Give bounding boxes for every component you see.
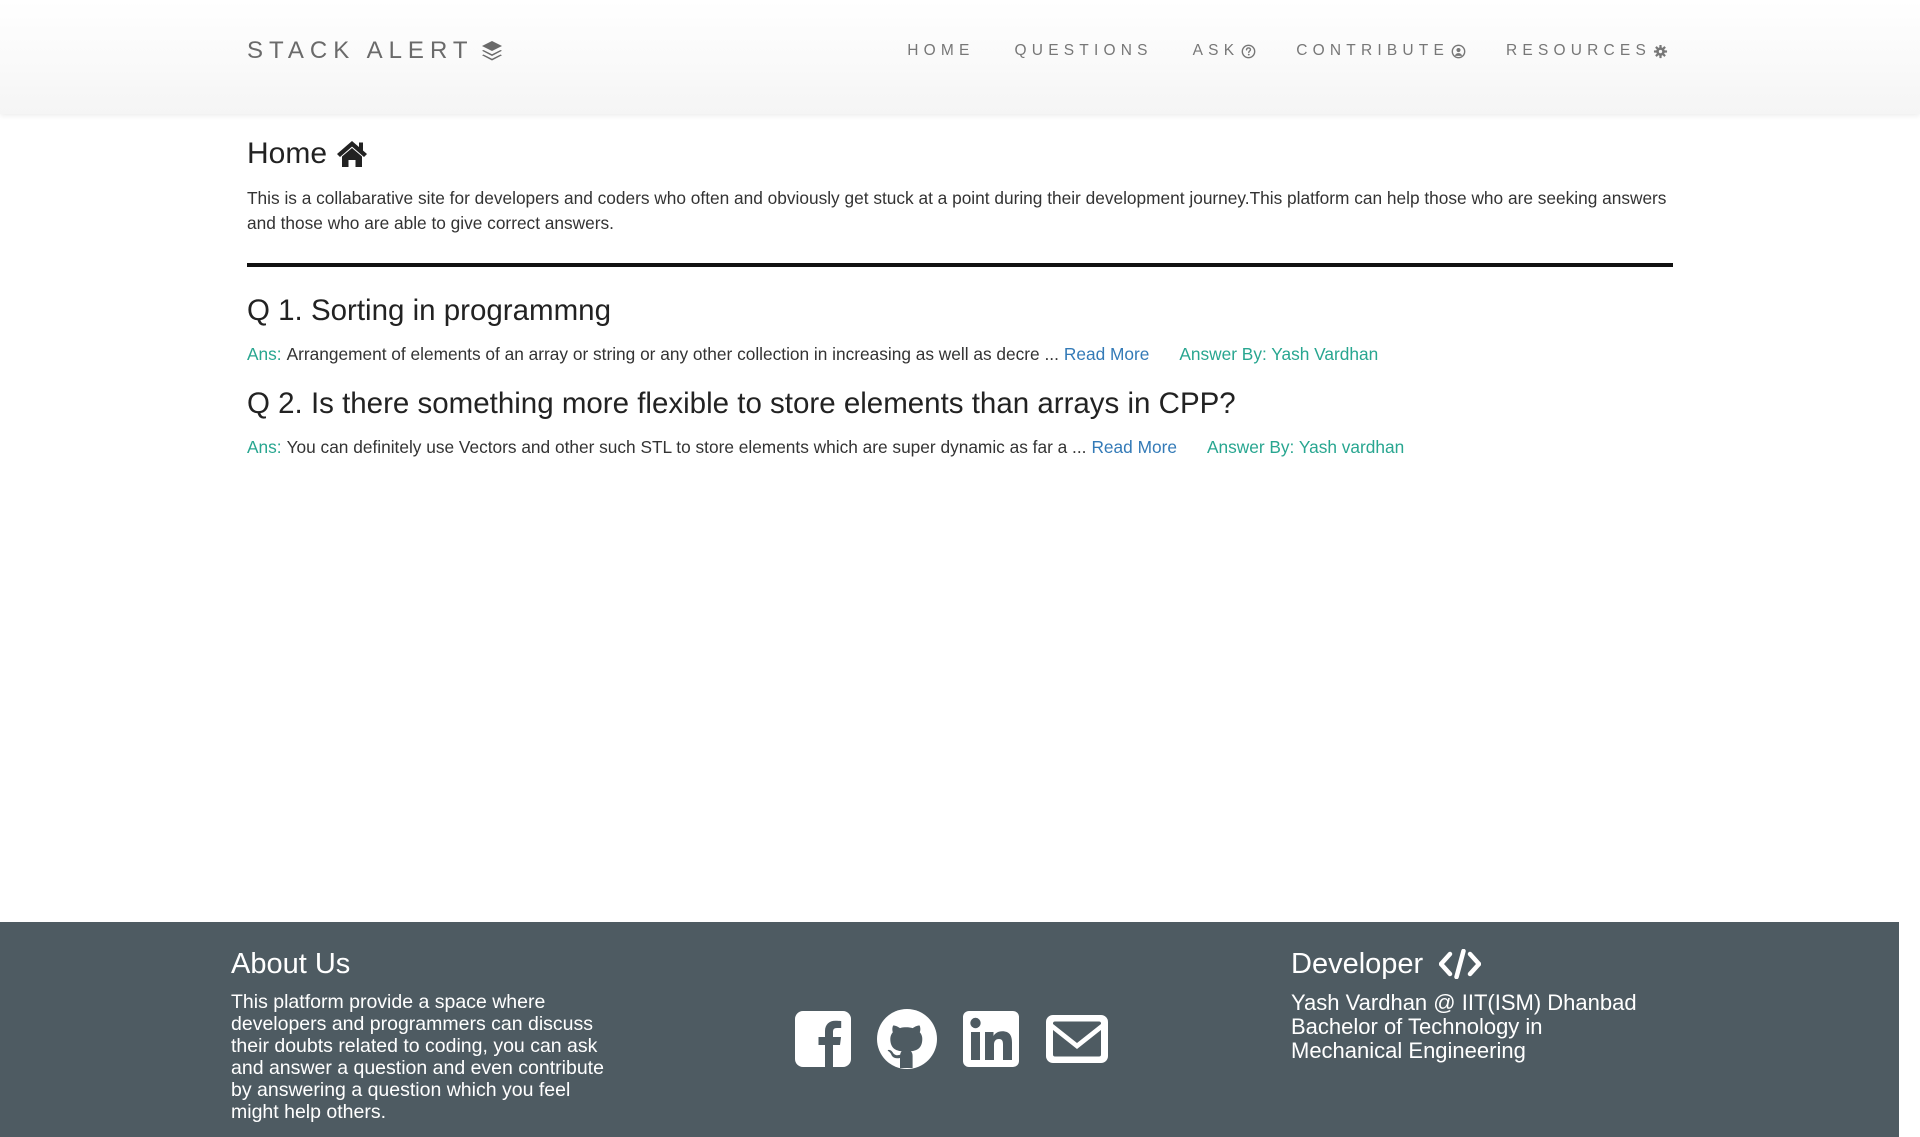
developer-info: Yash Vardhan @ IIT(ISM) Dhanbad Bachelor… (1291, 991, 1711, 1063)
answer-label: Ans: (247, 344, 282, 364)
about-text: This platform provide a space where deve… (231, 991, 604, 1123)
main-nav: HOME QUESTIONS ASK CONTRIBUTE RESOURCES (907, 41, 1668, 61)
answer-author: Answer By: Yash Vardhan (1179, 344, 1379, 364)
site-footer: About Us This platform provide a space w… (0, 922, 1899, 1137)
answer-preview: Ans: Arrangement of elements of an array… (247, 342, 1673, 366)
read-more-link[interactable]: Read More (1091, 435, 1177, 459)
github-icon[interactable] (876, 1008, 938, 1070)
gear-icon (1653, 44, 1668, 59)
question-item: Q 1. Sorting in programmng Ans: Arrangem… (247, 291, 1673, 366)
main-content: Home This is a collabarative site for de… (247, 136, 1673, 459)
home-icon (335, 139, 369, 169)
user-circle-icon (1451, 44, 1466, 59)
question-title[interactable]: Q 2. Is there something more flexible to… (247, 384, 1673, 424)
page-title-text: Home (247, 137, 328, 170)
page-title: Home (247, 136, 1673, 172)
nav-questions[interactable]: QUESTIONS (1015, 42, 1153, 60)
read-more-link[interactable]: Read More (1064, 342, 1150, 366)
nav-resources[interactable]: RESOURCES (1506, 42, 1668, 60)
developer-line: Bachelor of Technology in (1291, 1014, 1543, 1039)
about-title: About Us (231, 948, 351, 980)
answer-text: You can definitely use Vectors and other… (286, 437, 1087, 457)
nav-questions-label: QUESTIONS (1014, 42, 1153, 59)
brand-logo[interactable]: STACK ALERT (247, 36, 504, 66)
question-circle-icon (1241, 44, 1256, 59)
developer-section: Developer Yash Vardhan @ IIT(ISM) Dhanba… (1291, 947, 1711, 1063)
developer-line: Yash Vardhan @ IIT(ISM) Dhanbad (1291, 990, 1637, 1015)
code-icon (1439, 949, 1482, 979)
developer-title: Developer (1291, 947, 1711, 981)
social-links (794, 1008, 1110, 1070)
nav-ask[interactable]: ASK (1193, 42, 1257, 60)
nav-home[interactable]: HOME (907, 42, 974, 60)
linkedin-icon[interactable] (962, 1010, 1020, 1068)
developer-line: Mechanical Engineering (1291, 1038, 1526, 1063)
nav-contribute-label: CONTRIBUTE (1296, 42, 1450, 59)
layers-icon (480, 39, 504, 63)
brand-name: STACK ALERT (247, 37, 474, 64)
envelope-icon[interactable] (1044, 1013, 1110, 1065)
about-section: About Us This platform provide a space w… (231, 947, 631, 1123)
answer-label: Ans: (247, 437, 282, 457)
answer-preview: Ans: You can definitely use Vectors and … (247, 435, 1673, 459)
facebook-icon[interactable] (794, 1010, 852, 1068)
nav-contribute[interactable]: CONTRIBUTE (1296, 42, 1466, 60)
nav-home-label: HOME (907, 42, 975, 59)
intro-text: This is a collabarative site for develop… (247, 188, 1667, 233)
answer-author: Answer By: Yash vardhan (1206, 437, 1405, 457)
nav-ask-label: ASK (1192, 42, 1240, 59)
section-divider (247, 263, 1673, 267)
question-title[interactable]: Q 1. Sorting in programmng (247, 291, 1673, 331)
nav-resources-label: RESOURCES (1506, 42, 1651, 59)
top-navbar: STACK ALERT HOME QUESTIONS ASK CONTRIBUT… (0, 0, 1920, 114)
answer-text: Arrangement of elements of an array or s… (286, 344, 1059, 364)
developer-title-text: Developer (1291, 948, 1424, 980)
question-item: Q 2. Is there something more flexible to… (247, 384, 1673, 459)
